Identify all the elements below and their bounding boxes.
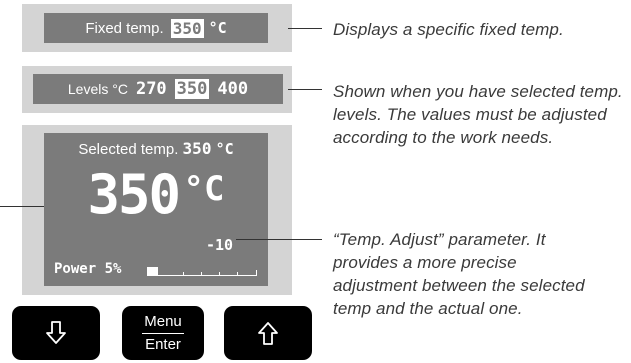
temp-adjust-value: -10 <box>206 236 234 254</box>
level-value-3: 400 <box>217 79 249 99</box>
down-button[interactable] <box>12 306 100 360</box>
fixed-temp-label: Fixed temp. <box>85 19 164 37</box>
power-bar <box>147 267 257 276</box>
power-bar-tick <box>219 272 220 276</box>
power-bar-tick <box>256 270 257 276</box>
menu-label: Menu <box>144 312 182 330</box>
fixed-temp-screen: Fixed temp. 350 °C <box>44 13 268 43</box>
power-label: Power 5% <box>54 261 122 277</box>
main-display: Selected temp. 350 °C 350 °C -10 Power 5… <box>22 125 292 295</box>
current-temp-unit: °C <box>183 169 225 209</box>
levels-display: Levels °C 270 350 400 <box>22 66 292 113</box>
menu-enter-button[interactable]: Menu Enter <box>122 306 204 360</box>
level-value-2: 350 <box>174 79 210 99</box>
selected-temp-unit: °C <box>215 140 234 158</box>
levels-screen: Levels °C 270 350 400 <box>33 74 283 104</box>
enter-label: Enter <box>145 335 181 353</box>
fixed-callout-text: Displays a specific fixed temp. <box>333 20 564 39</box>
main-screen: Selected temp. 350 °C 350 °C -10 Power 5… <box>44 133 268 286</box>
adjust-callout-leader <box>236 239 322 240</box>
selected-temp-row: Selected temp. 350 °C <box>44 139 268 158</box>
levels-label: Levels °C <box>67 81 128 97</box>
fixed-temp-display: Fixed temp. 350 °C <box>22 4 292 52</box>
levels-callout-leader <box>288 89 322 90</box>
level-value-1: 270 <box>135 79 167 99</box>
power-bar-tick <box>237 272 238 276</box>
fixed-temp-value: 350 <box>170 18 204 38</box>
arrow-up-icon <box>258 322 278 345</box>
selected-temp-value: 350 <box>182 139 212 158</box>
up-button[interactable] <box>224 306 312 360</box>
adjust-callout-text: “Temp. Adjust” parameter. It provides a … <box>333 230 585 318</box>
menu-enter-divider <box>142 332 184 334</box>
fixed-callout-leader <box>288 28 322 29</box>
fixed-temp-unit: °C <box>208 19 227 37</box>
power-bar-tick <box>183 272 184 276</box>
arrow-down-icon <box>46 321 66 344</box>
levels-callout-text: Shown when you have selected temp. level… <box>333 82 623 147</box>
power-bar-baseline <box>147 275 257 276</box>
power-bar-tick <box>201 272 202 276</box>
current-temp-row: 350 °C <box>44 163 268 226</box>
current-temp-value: 350 <box>87 163 182 226</box>
selected-temp-label: Selected temp. <box>78 141 179 158</box>
left-callout-leader <box>0 206 44 207</box>
